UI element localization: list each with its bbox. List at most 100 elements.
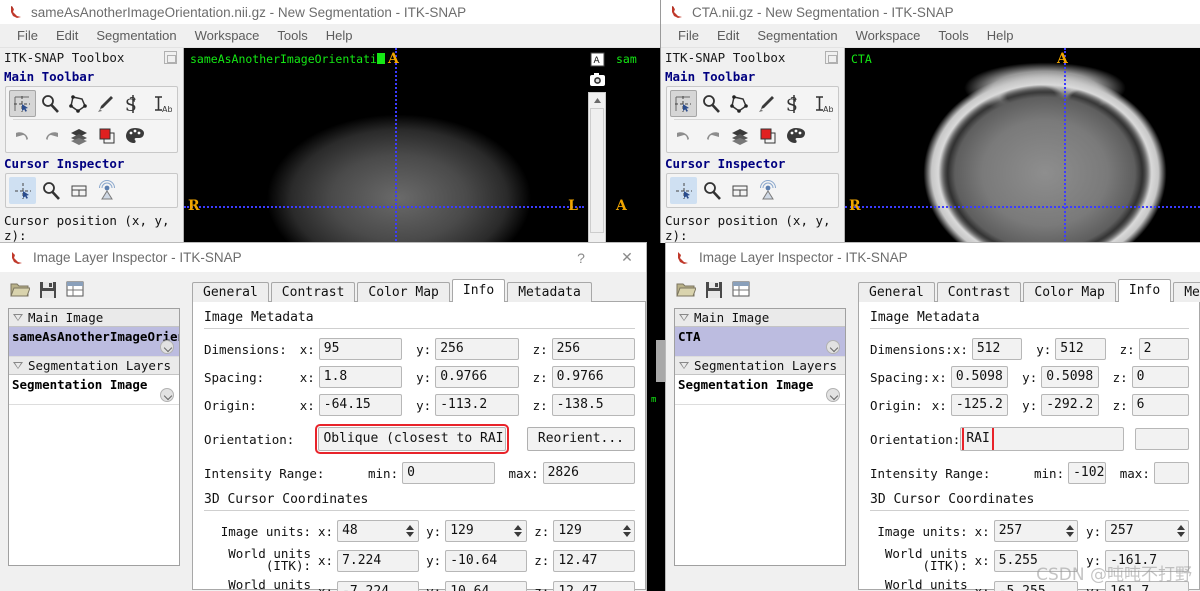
label-color-icon[interactable]	[93, 122, 120, 149]
view-vertical-scrollbar-left[interactable]	[588, 92, 606, 248]
origin-z-field-right[interactable]: 6	[1131, 394, 1189, 416]
origin-x-field-right[interactable]: -125.2	[950, 394, 1009, 416]
zoom-pan-tool-icon-right[interactable]	[698, 90, 725, 117]
menu-segmentation-right[interactable]: Segmentation	[748, 26, 846, 45]
orientation-value-field-right[interactable]: RAI	[960, 427, 1125, 451]
world-itk-x-field-right[interactable]: 5.255	[993, 549, 1078, 572]
undock-icon[interactable]	[164, 51, 177, 64]
world-nifti-z-field[interactable]: 12.47	[553, 580, 635, 591]
tab-info[interactable]: Info	[451, 279, 506, 302]
tab-color-map-right[interactable]: Color Map	[1023, 282, 1116, 302]
origin-y-field[interactable]: -113.2	[435, 394, 519, 416]
cursor-crosshair-icon-right[interactable]	[670, 177, 697, 204]
dimensions-y-field-right[interactable]: 512	[1055, 338, 1106, 360]
reorient-button-right[interactable]	[1134, 428, 1189, 450]
chevron-down-icon[interactable]	[13, 314, 23, 321]
cursor-registration-icon[interactable]	[93, 177, 120, 204]
adjacent-slice-view-left[interactable]: sam A	[610, 48, 660, 248]
world-nifti-y-field[interactable]: 10.64	[445, 580, 527, 591]
annotation-toggle-icon[interactable]: A	[589, 51, 605, 67]
layer-options-chevron-icon-r1[interactable]	[826, 340, 840, 354]
menu-edit-right[interactable]: Edit	[708, 26, 748, 45]
dimensions-x-field-right[interactable]: 512	[971, 338, 1023, 360]
world-itk-y-field-right[interactable]: -161.7	[1105, 549, 1189, 572]
axial-slice-view-right[interactable]: CTA A R	[845, 48, 1200, 248]
list-item-main-image[interactable]: sameAsAnotherImageOrien	[9, 327, 179, 357]
intensity-max-field-right[interactable]	[1153, 462, 1189, 484]
dimensions-z-field[interactable]: 256	[551, 338, 636, 360]
image-units-x-stepper-right[interactable]	[1062, 520, 1078, 542]
world-itk-y-field[interactable]: -10.64	[445, 549, 527, 572]
snake-tool-icon-right[interactable]: S	[781, 90, 808, 117]
intensity-max-field[interactable]: 2826	[542, 462, 635, 484]
image-units-y-stepper[interactable]	[510, 520, 527, 542]
metadata-table-icon[interactable]	[66, 281, 84, 299]
image-units-z-field[interactable]: 129	[553, 520, 620, 542]
image-units-x-field[interactable]: 48	[337, 520, 403, 542]
crosshair-tool-icon[interactable]	[9, 90, 36, 117]
tab-contrast[interactable]: Contrast	[270, 282, 356, 302]
world-nifti-y-field-right[interactable]: 161.7	[1105, 580, 1189, 591]
annotation-tool-icon-right[interactable]: Ab	[808, 90, 835, 117]
reorient-button[interactable]: Reorient...	[526, 427, 635, 451]
menu-edit[interactable]: Edit	[47, 26, 87, 45]
chevron-down-icon-r1[interactable]	[679, 314, 689, 321]
scrollbar-thumb[interactable]	[590, 108, 604, 233]
tab-color-map[interactable]: Color Map	[357, 282, 450, 302]
image-units-x-stepper[interactable]	[402, 520, 419, 542]
save-disk-icon[interactable]	[39, 281, 57, 299]
polygon-tool-icon[interactable]	[64, 90, 91, 117]
zoom-pan-tool-icon[interactable]	[37, 90, 64, 117]
spacing-x-field-right[interactable]: 0.5098	[950, 366, 1009, 388]
tab-general[interactable]: General	[192, 282, 269, 302]
menu-help[interactable]: Help	[317, 26, 362, 45]
scroll-up-arrow-icon[interactable]	[589, 93, 605, 107]
axial-slice-view-left[interactable]: sameAsAnotherImageOrientati A R L	[184, 48, 584, 248]
intensity-min-field-right[interactable]: -1024	[1068, 462, 1106, 484]
layer-group-main-image-right[interactable]: Main Image	[675, 309, 845, 327]
dimensions-z-field-right[interactable]: 2	[1138, 338, 1190, 360]
cursor-zoom-icon[interactable]	[37, 177, 64, 204]
layer-list-right[interactable]: Main Image CTA Segmentation Layers Segme…	[674, 308, 846, 566]
cursor-grid-icon[interactable]	[65, 177, 92, 204]
origin-z-field[interactable]: -138.5	[551, 394, 636, 416]
layer-options-chevron-icon-r2[interactable]	[826, 388, 840, 402]
undo-icon[interactable]	[9, 122, 36, 149]
undo-icon-right[interactable]	[670, 122, 697, 149]
cursor-registration-icon-right[interactable]	[754, 177, 781, 204]
menu-tools-right[interactable]: Tools	[929, 26, 977, 45]
layer-list-left[interactable]: Main Image sameAsAnotherImageOrien Segme…	[8, 308, 180, 566]
spacing-y-field-right[interactable]: 0.5098	[1041, 366, 1099, 388]
menu-file[interactable]: File	[8, 26, 47, 45]
menu-workspace-right[interactable]: Workspace	[847, 26, 930, 45]
layer-group-main-image[interactable]: Main Image	[9, 309, 179, 327]
paintbrush-tool-icon[interactable]	[92, 90, 119, 117]
snake-tool-icon[interactable]: S	[120, 90, 147, 117]
dimensions-y-field[interactable]: 256	[435, 338, 519, 360]
crosshair-tool-icon-right[interactable]	[670, 90, 697, 117]
tab-info-right[interactable]: Info	[1117, 279, 1172, 302]
label-color-icon-right[interactable]	[754, 122, 781, 149]
menu-help-right[interactable]: Help	[978, 26, 1023, 45]
cursor-grid-icon-right[interactable]	[726, 177, 753, 204]
background-scrollbar-thumb[interactable]	[656, 340, 666, 382]
image-units-y-stepper-right[interactable]	[1174, 520, 1189, 542]
screenshot-camera-icon[interactable]	[589, 71, 605, 87]
layers-icon-right[interactable]	[726, 122, 753, 149]
tab-metadata[interactable]: Metadata	[507, 282, 592, 302]
spacing-z-field-right[interactable]: 0	[1131, 366, 1189, 388]
chevron-down-icon-2[interactable]	[13, 362, 23, 369]
paintbrush-tool-icon-right[interactable]	[753, 90, 780, 117]
spacing-x-field[interactable]: 1.8	[318, 366, 403, 388]
world-itk-z-field[interactable]: 12.47	[553, 549, 635, 572]
help-button[interactable]: ?	[562, 245, 600, 271]
menu-tools[interactable]: Tools	[268, 26, 316, 45]
open-folder-icon-right[interactable]	[676, 281, 696, 299]
menu-segmentation[interactable]: Segmentation	[87, 26, 185, 45]
undock-icon-right[interactable]	[825, 51, 838, 64]
menu-workspace[interactable]: Workspace	[186, 26, 269, 45]
layers-icon[interactable]	[65, 122, 92, 149]
image-units-x-field-right[interactable]: 257	[993, 520, 1063, 542]
open-folder-icon[interactable]	[10, 281, 30, 299]
polygon-tool-icon-right[interactable]	[725, 90, 752, 117]
